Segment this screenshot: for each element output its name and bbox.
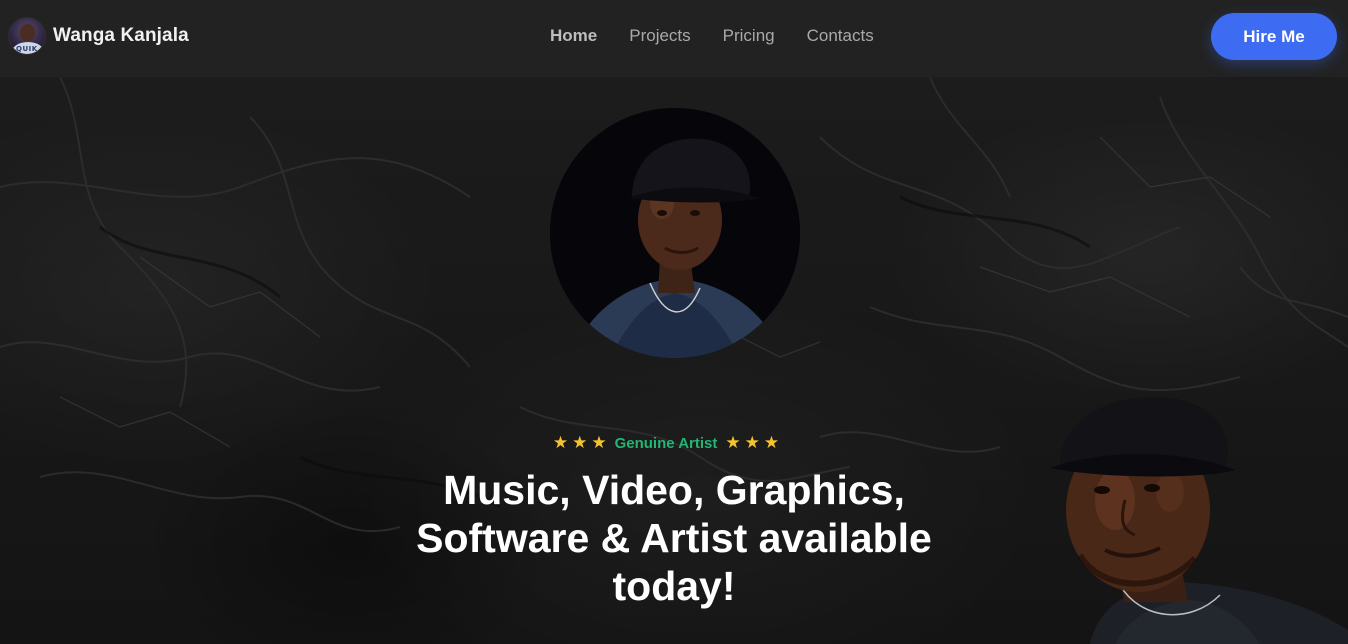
brand[interactable]: QUIK Wanga Kanjala bbox=[8, 17, 189, 55]
hero-headline: Music, Video, Graphics, Software & Artis… bbox=[400, 466, 948, 610]
badge-inner: ★ ★ ★ Genuine Artist ★ ★ ★ bbox=[551, 433, 781, 453]
nav-link-contacts[interactable]: Contacts bbox=[807, 26, 874, 46]
star-icon: ★ bbox=[552, 433, 569, 452]
badge-text: Genuine Artist bbox=[614, 434, 718, 452]
hero-person-figure bbox=[1020, 380, 1348, 644]
headline-line-3: today! bbox=[612, 563, 736, 609]
avatar-head bbox=[20, 24, 35, 41]
page: QUIK Wanga Kanjala Home Projects Pricing… bbox=[0, 0, 1348, 644]
person-illustration bbox=[1050, 397, 1348, 644]
nav-link-home[interactable]: Home bbox=[550, 26, 597, 46]
avatar-shirt-text: QUIK bbox=[16, 45, 38, 53]
nav-link-projects[interactable]: Projects bbox=[629, 26, 690, 46]
portrait-illustration bbox=[550, 108, 800, 358]
star-icon: ★ bbox=[763, 433, 780, 452]
brand-avatar[interactable]: QUIK bbox=[8, 17, 46, 55]
star-icon: ★ bbox=[744, 433, 760, 452]
profile-portrait bbox=[550, 108, 800, 358]
badge-stars-right: ★ ★ ★ bbox=[723, 433, 781, 453]
genuine-artist-badge: ★ ★ ★ Genuine Artist ★ ★ ★ bbox=[0, 433, 1348, 453]
nav-link-pricing[interactable]: Pricing bbox=[723, 26, 775, 46]
main-nav: Home Projects Pricing Contacts bbox=[550, 26, 906, 46]
star-icon: ★ bbox=[725, 433, 741, 452]
headline-line-2: Software & Artist available bbox=[416, 515, 932, 561]
headline-line-1: Music, Video, Graphics, bbox=[443, 467, 905, 513]
hire-me-button[interactable]: Hire Me bbox=[1211, 13, 1337, 60]
star-icon: ★ bbox=[591, 433, 607, 452]
star-icon: ★ bbox=[572, 433, 588, 452]
badge-stars-left: ★ ★ ★ bbox=[551, 433, 609, 453]
brand-name[interactable]: Wanga Kanjala bbox=[53, 25, 189, 47]
navbar: QUIK Wanga Kanjala Home Projects Pricing… bbox=[0, 0, 1348, 77]
